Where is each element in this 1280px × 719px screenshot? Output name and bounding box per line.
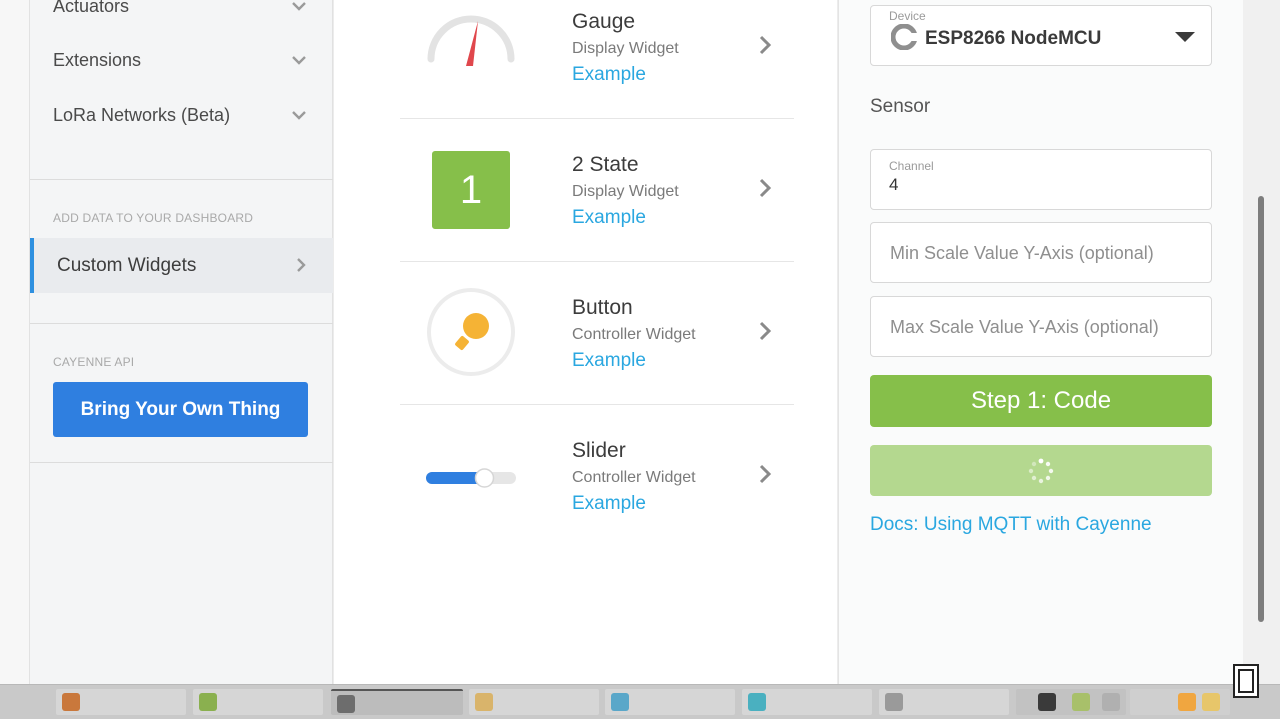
- tray-icon: [1072, 693, 1090, 711]
- device-select-value: ESP8266 NodeMCU: [925, 28, 1102, 49]
- sensor-label: Sensor: [870, 96, 931, 117]
- step-1-code-button[interactable]: Step 1: Code: [870, 375, 1212, 427]
- custom-widgets-label: Custom Widgets: [57, 254, 197, 276]
- app-icon: [885, 693, 903, 711]
- chevron-right-icon[interactable]: [756, 320, 774, 342]
- taskbar-app-active[interactable]: [331, 689, 463, 715]
- channel-field[interactable]: Channel 4: [870, 149, 1212, 210]
- lightbulb-icon: [427, 288, 515, 376]
- settings-form-panel: Device ESP8266 NodeMCU Sensor Channel 4 …: [838, 0, 1243, 684]
- app-icon: [748, 693, 766, 711]
- widget-subtitle: Controller Widget: [572, 326, 696, 343]
- widget-item-2-state[interactable]: 1 2 State Display Widget Example: [400, 119, 794, 262]
- channel-field-value: 4: [889, 175, 899, 194]
- tray-icon: [1202, 693, 1220, 711]
- example-link[interactable]: Example: [572, 350, 646, 372]
- cayenne-logo-icon: [891, 24, 917, 50]
- scrollbar-track[interactable]: [1243, 0, 1280, 684]
- min-scale-input[interactable]: Min Scale Value Y-Axis (optional): [870, 222, 1212, 283]
- device-field-label: Device: [889, 9, 926, 23]
- loading-spinner-icon: [1028, 458, 1054, 484]
- chevron-down-icon: [292, 111, 306, 120]
- widget-subtitle: Display Widget: [572, 40, 679, 57]
- example-link[interactable]: Example: [572, 493, 646, 515]
- section-label-cayenne-api: CAYENNE API: [53, 355, 135, 369]
- chevron-down-icon: [292, 56, 306, 65]
- taskbar-app[interactable]: [469, 689, 599, 715]
- app-icon: [337, 695, 355, 713]
- tray-icon: [1178, 693, 1196, 711]
- sidebar-item-label: Actuators: [53, 0, 130, 16]
- example-link[interactable]: Example: [572, 64, 646, 86]
- channel-field-label: Channel: [889, 159, 934, 173]
- app-icon: [611, 693, 629, 711]
- device-select[interactable]: Device ESP8266 NodeMCU: [870, 5, 1212, 66]
- max-scale-placeholder: Max Scale Value Y-Axis (optional): [890, 317, 1159, 337]
- loading-button[interactable]: [870, 445, 1212, 496]
- widget-list-panel: Gauge Display Widget Example 1 2 State D…: [334, 0, 1005, 684]
- bring-your-own-thing-button[interactable]: Bring Your Own Thing: [53, 382, 308, 437]
- sidebar-item-label: Extensions: [53, 49, 142, 70]
- sidebar-item-actuators[interactable]: Actuators: [30, 0, 333, 26]
- app-icon: [62, 693, 80, 711]
- section-label-add-data: ADD DATA TO YOUR DASHBOARD: [53, 211, 254, 225]
- sidebar-item-extensions[interactable]: Extensions: [30, 40, 333, 80]
- system-tray[interactable]: [1130, 689, 1230, 715]
- widget-title: Gauge: [572, 10, 636, 33]
- sidebar-item-lora-networks[interactable]: LoRa Networks (Beta): [30, 95, 333, 135]
- chevron-right-icon[interactable]: [756, 463, 774, 485]
- tray-icon: [1038, 693, 1056, 711]
- max-scale-input[interactable]: Max Scale Value Y-Axis (optional): [870, 296, 1212, 357]
- example-link[interactable]: Example: [572, 207, 646, 229]
- two-state-icon: 1: [432, 151, 510, 229]
- app-icon: [475, 693, 493, 711]
- chevron-right-icon[interactable]: [756, 177, 774, 199]
- min-scale-placeholder: Min Scale Value Y-Axis (optional): [890, 243, 1154, 263]
- gauge-icon: [427, 15, 515, 66]
- widget-item-button[interactable]: Button Controller Widget Example: [400, 262, 794, 405]
- docs-mqtt-link[interactable]: Docs: Using MQTT with Cayenne: [870, 514, 1152, 536]
- chevron-right-icon[interactable]: [756, 34, 774, 56]
- chevron-down-icon: [292, 2, 306, 11]
- divider: [30, 179, 333, 180]
- divider: [30, 323, 333, 324]
- divider: [30, 462, 333, 463]
- left-edge-strip: [0, 0, 30, 684]
- system-tray[interactable]: [1016, 689, 1126, 715]
- widget-title: 2 State: [572, 153, 639, 176]
- sidebar-item-label: LoRa Networks (Beta): [53, 104, 231, 125]
- taskbar-app[interactable]: [605, 689, 735, 715]
- chevron-right-icon: [297, 258, 306, 272]
- taskbar-app[interactable]: [56, 689, 186, 715]
- tray-icon: [1102, 693, 1120, 711]
- sidebar: Actuators Extensions LoRa Networks (Beta…: [30, 0, 333, 684]
- taskbar-app[interactable]: [879, 689, 1009, 715]
- slider-icon: [426, 468, 516, 488]
- app-icon: [199, 693, 217, 711]
- widget-item-gauge[interactable]: Gauge Display Widget Example: [400, 0, 794, 119]
- widget-subtitle: Display Widget: [572, 183, 679, 200]
- widget-title: Slider: [572, 439, 626, 462]
- widget-title: Button: [572, 296, 633, 319]
- taskbar-app[interactable]: [193, 689, 323, 715]
- sidebar-item-custom-widgets[interactable]: Custom Widgets: [30, 238, 333, 293]
- scrollbar-thumb[interactable]: [1258, 196, 1264, 622]
- taskbar: [0, 684, 1280, 719]
- widget-item-slider[interactable]: Slider Controller Widget Example: [400, 405, 794, 548]
- taskbar-app[interactable]: [742, 689, 872, 715]
- widget-subtitle: Controller Widget: [572, 469, 696, 486]
- dropdown-caret-icon: [1175, 32, 1195, 42]
- corner-logo-icon: [1233, 664, 1259, 698]
